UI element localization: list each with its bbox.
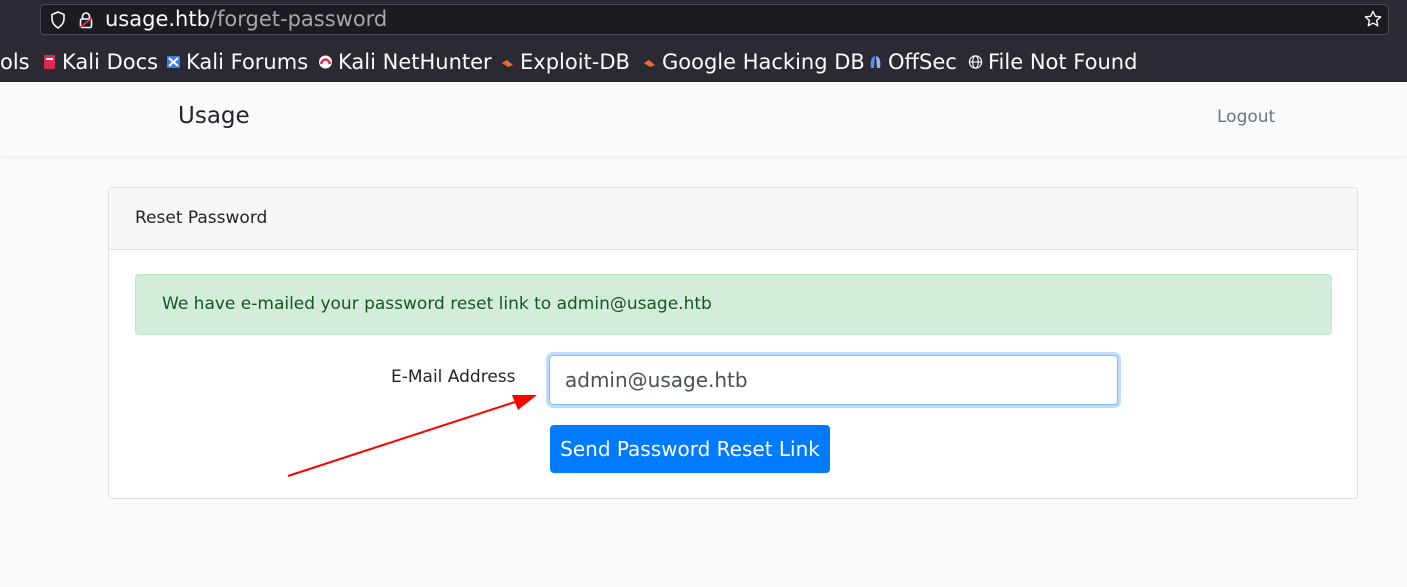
bookmark-exploit-db[interactable]: Exploit-DB [500,46,630,78]
bookmark-google-hacking-db[interactable]: Google Hacking DB [642,46,865,78]
kali-nethunter-icon [319,55,332,69]
bookmark-star-icon[interactable] [1364,10,1382,28]
bookmark-label: Exploit-DB [520,50,630,74]
bookmark-kali-docs[interactable]: Kali Docs [42,46,158,78]
bookmark-label: Kali Docs [62,50,159,74]
offsec-icon [870,56,881,68]
url-path: /forget-password [209,7,388,31]
card-header: Reset Password [109,188,1357,250]
kali-docs-icon [44,55,55,69]
bookmark-kali-forums[interactable]: Kali Forums [166,46,308,78]
kali-forums-icon [167,56,180,68]
bookmark-offsec[interactable]: OffSec [868,46,957,78]
brand-logo[interactable]: Usage [178,103,250,129]
logout-link[interactable]: Logout [1217,107,1275,127]
bookmark-label: Kali NetHunter [338,50,492,74]
exploit-db-icon [502,60,513,67]
shield-icon[interactable] [50,11,66,29]
reset-password-card: Reset Password We have e-mailed your pas… [108,187,1358,499]
success-alert: We have e-mailed your password reset lin… [135,274,1332,335]
ghdb-icon [644,60,655,67]
browser-chrome: usage.htb/forget-password ols Kali Docs … [0,0,1407,82]
send-reset-link-button[interactable]: Send Password Reset Link [550,425,830,473]
bookmark-tools[interactable]: ols [0,46,30,78]
url-text[interactable]: usage.htb/forget-password [105,7,387,32]
url-host: usage.htb [105,7,210,31]
lock-icon[interactable] [79,11,93,29]
bookmark-label: ols [0,50,30,74]
bookmark-file-not-found[interactable]: File Not Found [968,46,1137,78]
bookmarks-toolbar: ols Kali Docs Kali Forums Kali NetHunter [0,46,1407,78]
bookmark-label: Google Hacking DB [662,50,865,74]
email-label: E-Mail Address [391,367,516,387]
email-input[interactable] [549,355,1118,405]
url-bar[interactable]: usage.htb/forget-password [40,4,1389,35]
bookmark-label: File Not Found [988,50,1138,74]
navbar: Usage Logout [0,82,1407,157]
bookmark-label: Kali Forums [186,50,309,74]
bookmark-label: OffSec [888,50,957,74]
bookmark-kali-nethunter[interactable]: Kali NetHunter [318,46,492,78]
globe-icon [968,55,983,69]
